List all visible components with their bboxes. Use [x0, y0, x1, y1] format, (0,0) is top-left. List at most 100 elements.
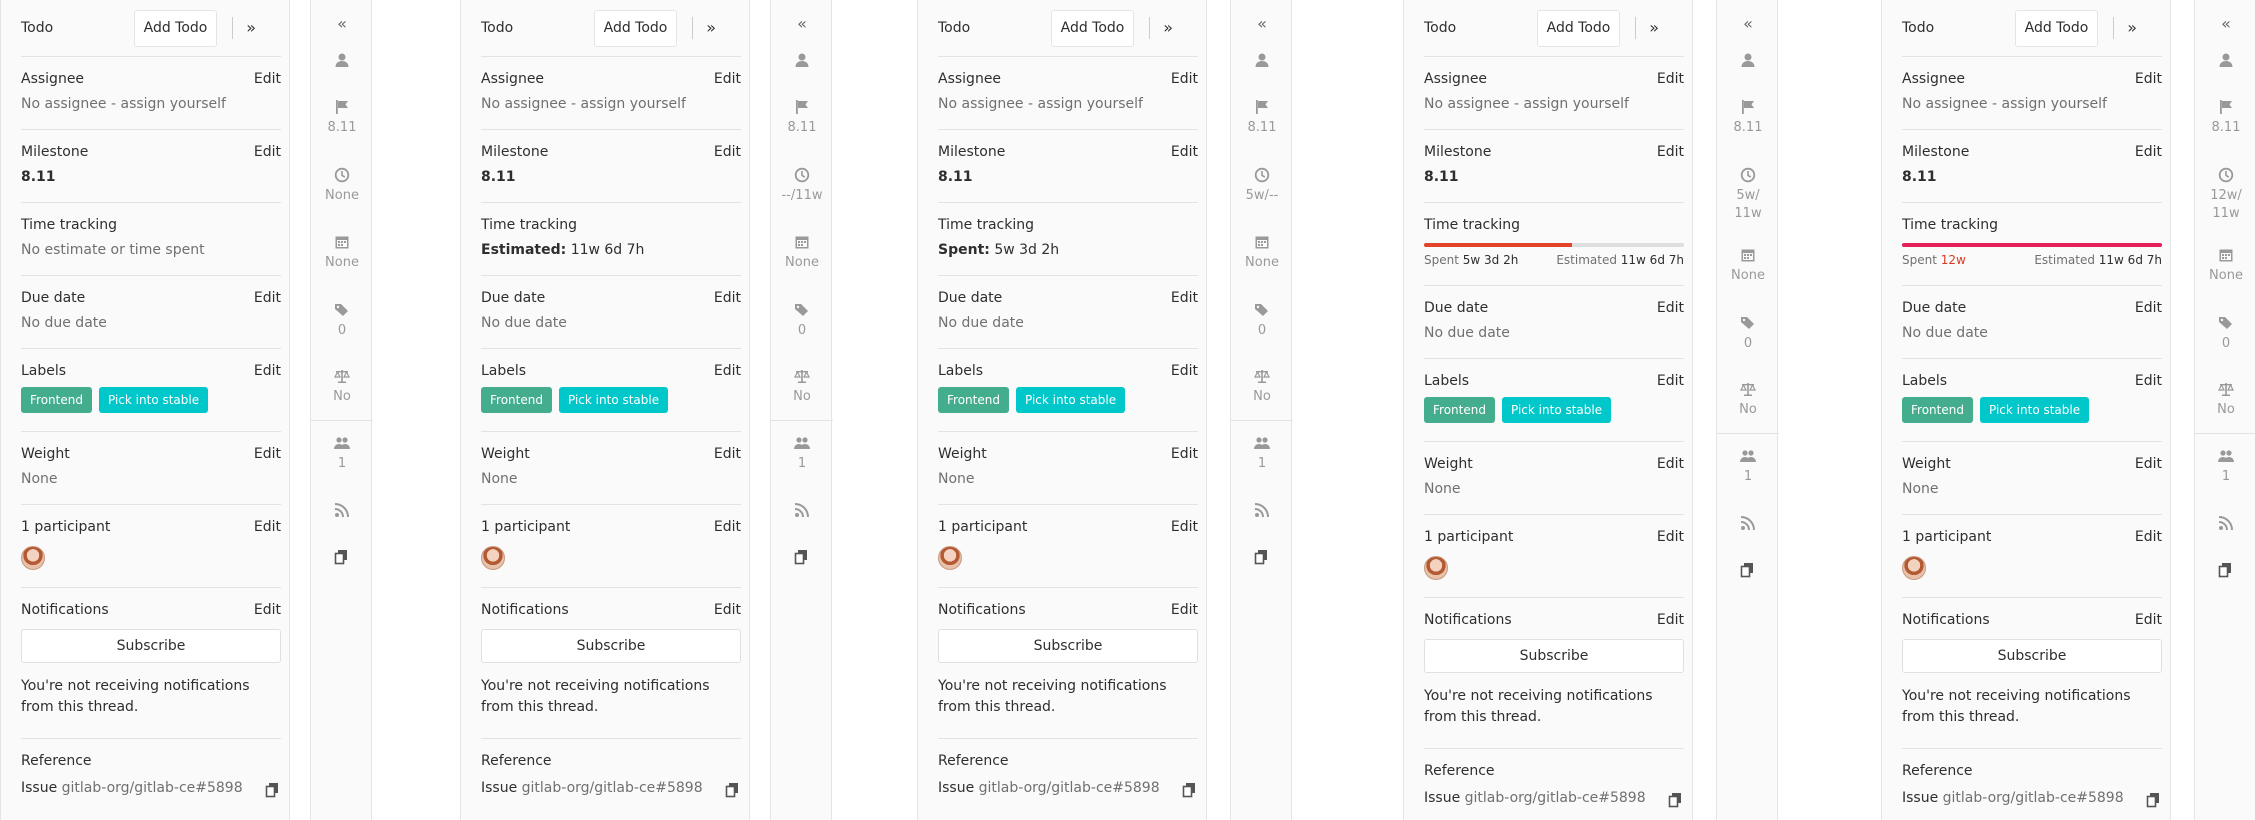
participants-section-edit-link[interactable]: Edit [714, 519, 741, 535]
subscribe-button[interactable]: Subscribe [1424, 639, 1684, 673]
rail-milestone[interactable]: 8.11 [2195, 99, 2255, 137]
add-todo-button[interactable]: Add Todo [594, 10, 677, 47]
rail-notifications[interactable] [771, 502, 833, 522]
milestone-section-edit-link[interactable]: Edit [714, 144, 741, 160]
rail-due-date[interactable]: None [771, 234, 833, 272]
subscribe-button[interactable]: Subscribe [21, 629, 281, 663]
expand-sidebar-button[interactable]: « [1717, 14, 1779, 33]
participants-section-edit-link[interactable]: Edit [1657, 529, 1684, 545]
labels-section-edit-link[interactable]: Edit [2135, 373, 2162, 389]
due-date-section-edit-link[interactable]: Edit [714, 290, 741, 306]
rail-reference[interactable] [311, 549, 373, 569]
add-todo-button[interactable]: Add Todo [2015, 10, 2098, 47]
rail-reference[interactable] [2195, 562, 2255, 582]
rail-labels[interactable]: 0 [771, 302, 833, 340]
rail-due-date[interactable]: None [1717, 247, 1779, 285]
copy-icon[interactable] [265, 782, 281, 798]
rail-participants[interactable]: 1 [1231, 435, 1293, 473]
rail-participants[interactable]: 1 [311, 435, 373, 473]
milestone-section-edit-link[interactable]: Edit [2135, 144, 2162, 160]
label-badge[interactable]: Frontend [21, 387, 92, 413]
collapse-sidebar-button[interactable]: » [232, 17, 256, 39]
rail-milestone[interactable]: 8.11 [771, 99, 833, 137]
weight-section-edit-link[interactable]: Edit [1657, 456, 1684, 472]
weight-section-edit-link[interactable]: Edit [1171, 446, 1198, 462]
collapse-sidebar-button[interactable]: » [692, 17, 716, 39]
label-badge[interactable]: Pick into stable [1502, 397, 1612, 423]
assignee-value[interactable]: No assignee - assign yourself [1902, 96, 2107, 112]
notifications-section-edit-link[interactable]: Edit [1657, 612, 1684, 628]
rail-reference[interactable] [1717, 562, 1779, 582]
milestone-section-edit-link[interactable]: Edit [254, 144, 281, 160]
add-todo-button[interactable]: Add Todo [1537, 10, 1620, 47]
rail-time-tracking[interactable]: None [311, 167, 373, 205]
participant-avatar[interactable] [21, 546, 45, 570]
subscribe-button[interactable]: Subscribe [938, 629, 1198, 663]
rail-notifications[interactable] [1717, 515, 1779, 535]
label-badge[interactable]: Pick into stable [559, 387, 669, 413]
label-badge[interactable]: Frontend [1902, 397, 1973, 423]
expand-sidebar-button[interactable]: « [311, 14, 373, 33]
labels-section-edit-link[interactable]: Edit [1171, 363, 1198, 379]
milestone-value[interactable]: 8.11 [938, 169, 973, 185]
rail-labels[interactable]: 0 [2195, 315, 2255, 353]
copy-icon[interactable] [1668, 792, 1684, 808]
rail-due-date[interactable]: None [1231, 234, 1293, 272]
rail-milestone[interactable]: 8.11 [1717, 99, 1779, 137]
expand-sidebar-button[interactable]: « [1231, 14, 1293, 33]
weight-section-edit-link[interactable]: Edit [2135, 456, 2162, 472]
milestone-section-edit-link[interactable]: Edit [1171, 144, 1198, 160]
collapse-sidebar-button[interactable]: » [1635, 17, 1659, 39]
rail-time-tracking[interactable]: --/11w [771, 167, 833, 205]
assignee-value[interactable]: No assignee - assign yourself [938, 96, 1143, 112]
participants-section-edit-link[interactable]: Edit [2135, 529, 2162, 545]
rail-labels[interactable]: 0 [311, 302, 373, 340]
milestone-section-edit-link[interactable]: Edit [1657, 144, 1684, 160]
rail-assignee[interactable] [311, 52, 373, 72]
rail-time-tracking[interactable]: 5w/-- [1231, 167, 1293, 205]
milestone-value[interactable]: 8.11 [481, 169, 516, 185]
copy-icon[interactable] [725, 782, 741, 798]
labels-section-edit-link[interactable]: Edit [1657, 373, 1684, 389]
add-todo-button[interactable]: Add Todo [134, 10, 217, 47]
rail-labels[interactable]: 0 [1231, 302, 1293, 340]
milestone-value[interactable]: 8.11 [1424, 169, 1459, 185]
assignee-section-edit-link[interactable]: Edit [1171, 71, 1198, 87]
rail-due-date[interactable]: None [2195, 247, 2255, 285]
rail-assignee[interactable] [771, 52, 833, 72]
participant-avatar[interactable] [938, 546, 962, 570]
rail-labels[interactable]: 0 [1717, 315, 1779, 353]
participant-avatar[interactable] [1424, 556, 1448, 580]
copy-icon[interactable] [2146, 792, 2162, 808]
rail-milestone[interactable]: 8.11 [311, 99, 373, 137]
rail-time-tracking[interactable]: 12w/ 11w [2195, 167, 2255, 223]
rail-participants[interactable]: 1 [1717, 448, 1779, 486]
participants-section-edit-link[interactable]: Edit [1171, 519, 1198, 535]
rail-participants[interactable]: 1 [771, 435, 833, 473]
label-badge[interactable]: Frontend [938, 387, 1009, 413]
copy-icon[interactable] [1182, 782, 1198, 798]
notifications-section-edit-link[interactable]: Edit [1171, 602, 1198, 618]
assignee-value[interactable]: No assignee - assign yourself [21, 96, 226, 112]
subscribe-button[interactable]: Subscribe [481, 629, 741, 663]
expand-sidebar-button[interactable]: « [2195, 14, 2255, 33]
notifications-section-edit-link[interactable]: Edit [714, 602, 741, 618]
rail-weight[interactable]: No [771, 368, 833, 406]
assignee-section-edit-link[interactable]: Edit [1657, 71, 1684, 87]
assignee-section-edit-link[interactable]: Edit [2135, 71, 2162, 87]
rail-weight[interactable]: No [1231, 368, 1293, 406]
label-badge[interactable]: Pick into stable [1980, 397, 2090, 423]
weight-section-edit-link[interactable]: Edit [714, 446, 741, 462]
labels-section-edit-link[interactable]: Edit [254, 363, 281, 379]
milestone-value[interactable]: 8.11 [1902, 169, 1937, 185]
rail-weight[interactable]: No [311, 368, 373, 406]
label-badge[interactable]: Pick into stable [99, 387, 209, 413]
assignee-section-edit-link[interactable]: Edit [254, 71, 281, 87]
subscribe-button[interactable]: Subscribe [1902, 639, 2162, 673]
rail-weight[interactable]: No [1717, 381, 1779, 419]
notifications-section-edit-link[interactable]: Edit [2135, 612, 2162, 628]
add-todo-button[interactable]: Add Todo [1051, 10, 1134, 47]
collapse-sidebar-button[interactable]: » [2113, 17, 2137, 39]
label-badge[interactable]: Frontend [1424, 397, 1495, 423]
rail-weight[interactable]: No [2195, 381, 2255, 419]
